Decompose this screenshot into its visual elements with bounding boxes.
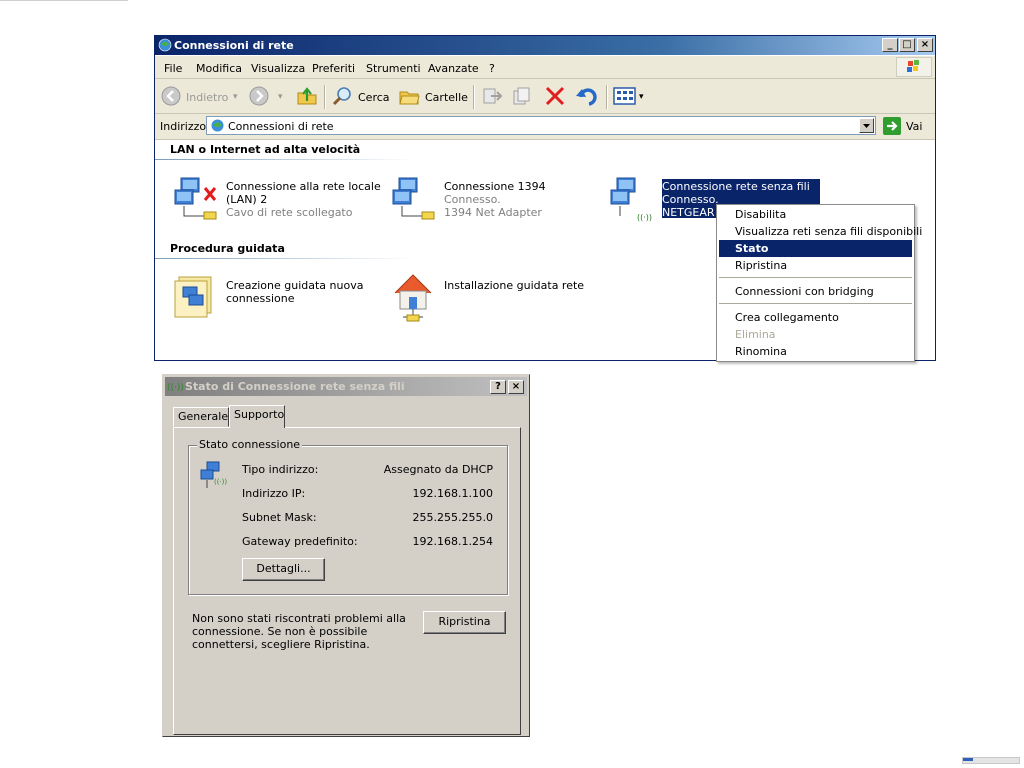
group-header-wizard: Procedura guidata	[170, 242, 285, 255]
ip-address-value: 192.168.1.100	[412, 487, 493, 500]
menu-item-rename[interactable]: Rinomina	[719, 343, 912, 360]
menu-view[interactable]: Visualizza	[251, 62, 305, 75]
menu-help[interactable]: ?	[489, 62, 495, 75]
chevron-down-icon	[863, 124, 870, 128]
menu-item-bridge-connections[interactable]: Connessioni con bridging	[719, 283, 912, 300]
default-gateway-value: 192.168.1.254	[412, 535, 493, 548]
menu-item-disable[interactable]: Disabilita	[719, 206, 912, 223]
address-bar: Indirizzo Connessioni di rete Vai	[155, 114, 935, 140]
wireless-title[interactable]: Connessione rete senza fili	[662, 180, 810, 193]
connection-1394-icon[interactable]	[389, 174, 441, 222]
lan-disconnected-icon[interactable]	[171, 174, 223, 222]
address-input[interactable]: Connessioni di rete	[206, 116, 876, 135]
menu-tools[interactable]: Strumenti	[366, 62, 421, 75]
forward-arrow-icon[interactable]	[249, 86, 269, 106]
menu-item-status[interactable]: Stato	[719, 240, 912, 257]
top-divider	[0, 0, 128, 1]
back-dropdown-icon[interactable]: ▾	[233, 92, 238, 102]
wireless-signal-icon: ((·))	[167, 383, 183, 393]
default-gateway-label: Gateway predefinito:	[242, 535, 358, 548]
new-connection-wizard-line2[interactable]: connessione	[226, 292, 294, 305]
menu-item-create-shortcut[interactable]: Crea collegamento	[719, 309, 912, 326]
network-connections-icon	[158, 38, 172, 52]
search-button-label[interactable]: Cerca	[358, 91, 390, 104]
new-connection-wizard-icon[interactable]	[173, 273, 219, 321]
address-type-value: Assegnato da DHCP	[383, 463, 493, 476]
wireless-connection-icon[interactable]: ((·))	[607, 174, 659, 222]
connection-status-group: Stato connessione ((·)) Tipo indirizzo: …	[188, 438, 508, 595]
menu-file[interactable]: File	[164, 62, 182, 75]
support-tab-panel: Stato connessione ((·)) Tipo indirizzo: …	[173, 427, 521, 735]
ip-address-label: Indirizzo IP:	[242, 487, 306, 500]
back-arrow-icon[interactable]	[161, 86, 181, 106]
lan-title-line1[interactable]: Connessione alla rete locale	[226, 180, 381, 193]
explorer-title: Connessioni di rete	[174, 39, 294, 52]
maximize-button[interactable]: □	[899, 38, 915, 52]
folders-button-label[interactable]: Cartelle	[425, 91, 468, 104]
menu-edit[interactable]: Modifica	[196, 62, 242, 75]
help-button[interactable]: ?	[490, 380, 506, 394]
status-dialog-title: Stato di Connessione rete senza fili	[185, 380, 405, 393]
repair-note: Non sono stati riscontrati problemi alla…	[192, 612, 406, 651]
subnet-mask-value: 255.255.255.0	[412, 511, 493, 524]
taskbar-fragment	[962, 757, 1020, 764]
windows-logo-icon	[896, 57, 932, 77]
tab-support[interactable]: Supporto	[229, 405, 285, 428]
back-button-label[interactable]: Indietro	[186, 91, 228, 104]
network-connections-small-icon	[211, 119, 224, 132]
go-button-label[interactable]: Vai	[906, 120, 922, 133]
minimize-button[interactable]: _	[882, 38, 898, 52]
svg-text:((·)): ((·))	[637, 213, 652, 222]
connection-status-label: Stato connessione	[197, 438, 303, 451]
address-type-label: Tipo indirizzo:	[242, 463, 319, 476]
delete-icon[interactable]	[544, 86, 566, 106]
menu-advanced[interactable]: Avanzate	[428, 62, 479, 75]
network-setup-house-icon[interactable]	[391, 271, 439, 323]
menu-item-view-wireless-networks[interactable]: Visualizza reti senza fili disponibili	[719, 223, 922, 240]
views-dropdown-icon[interactable]: ▾	[639, 92, 644, 102]
subnet-mask-label: Subnet Mask:	[242, 511, 317, 524]
undo-icon[interactable]	[575, 85, 599, 107]
menu-item-delete: Elimina	[735, 328, 776, 341]
status-dialog-title-bar[interactable]: ((·)) Stato di Connessione rete senza fi…	[165, 377, 527, 396]
move-to-icon[interactable]	[481, 86, 503, 106]
connection-1394-device: 1394 Net Adapter	[444, 206, 542, 219]
lan-title-line2[interactable]: (LAN) 2	[226, 193, 267, 206]
folder-up-icon[interactable]	[296, 85, 318, 107]
context-menu: Disabilita Visualizza reti senza fili di…	[716, 204, 922, 362]
network-setup-wizard-title[interactable]: Installazione guidata rete	[444, 279, 584, 292]
wireless-status: Connesso.	[662, 193, 719, 206]
status-dialog: ((·)) Stato di Connessione rete senza fi…	[162, 374, 530, 737]
address-label: Indirizzo	[160, 120, 207, 133]
new-connection-wizard-line1[interactable]: Creazione guidata nuova	[226, 279, 363, 292]
tab-general[interactable]: Generale	[173, 407, 229, 427]
address-value: Connessioni di rete	[228, 120, 334, 133]
close-button[interactable]: ×	[917, 38, 933, 52]
copy-to-icon[interactable]	[511, 86, 533, 106]
lan-status: Cavo di rete scollegato	[226, 206, 353, 219]
explorer-title-bar[interactable]: Connessioni di rete _ □ ×	[155, 36, 935, 55]
menu-item-repair[interactable]: Ripristina	[719, 257, 912, 274]
svg-text:((·)): ((·))	[214, 478, 227, 486]
repair-button[interactable]: Ripristina	[423, 611, 506, 634]
menu-favorites[interactable]: Preferiti	[312, 62, 355, 75]
dialog-close-button[interactable]: ×	[508, 380, 524, 394]
details-button[interactable]: Dettagli...	[242, 558, 325, 581]
menu-bar: File Modifica Visualizza Preferiti Strum…	[155, 56, 935, 79]
views-icon[interactable]	[613, 87, 637, 105]
toolbar: Indietro ▾ ▾ Cerca Cartelle ▾	[155, 79, 935, 114]
folders-icon[interactable]	[398, 85, 420, 107]
connection-1394-status: Connesso.	[444, 193, 501, 206]
wireless-computers-icon: ((·))	[200, 461, 227, 488]
go-arrow-icon[interactable]	[883, 117, 901, 135]
group-header-lan: LAN o Internet ad alta velocità	[170, 143, 361, 156]
search-icon[interactable]	[331, 85, 353, 107]
svg-text:((·)): ((·))	[167, 383, 183, 393]
address-dropdown-button[interactable]	[859, 118, 874, 133]
connection-1394-title[interactable]: Connessione 1394	[444, 180, 546, 193]
forward-dropdown-icon[interactable]: ▾	[278, 92, 283, 102]
